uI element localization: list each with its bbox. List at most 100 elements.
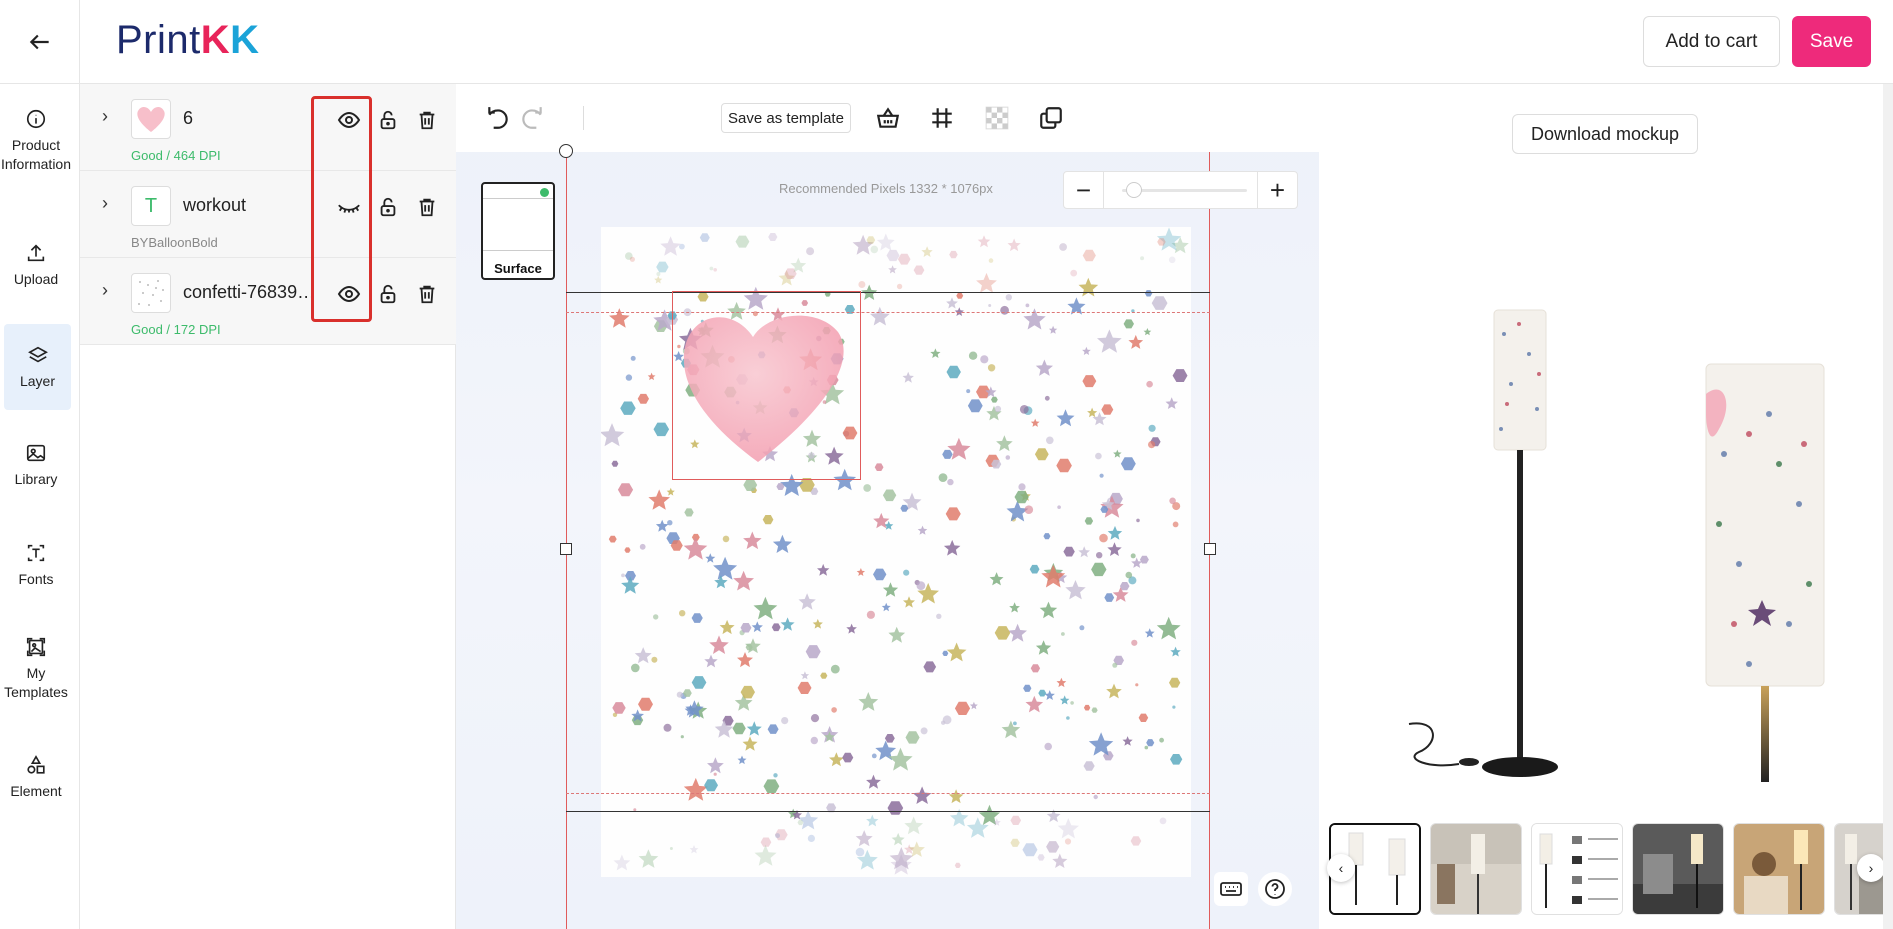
layer-row[interactable]: › confetti-7683961... Good / 172 DPI	[80, 258, 456, 345]
zoom-in-button[interactable]: +	[1257, 172, 1297, 208]
logo-k1: K	[200, 18, 231, 62]
resize-handle-right[interactable]	[1204, 543, 1216, 555]
layer-thumbnail: T	[131, 186, 171, 226]
grid-icon[interactable]	[928, 104, 956, 132]
layer-row[interactable]: › T workout BYBalloonBold	[80, 171, 456, 258]
rail-label: Layer	[19, 372, 56, 389]
save-as-template-button[interactable]: Save as template	[721, 103, 851, 133]
rail-item-layer[interactable]: Layer	[4, 324, 71, 410]
mockup-thumbnail-3[interactable]	[1531, 823, 1623, 915]
info-icon	[26, 109, 46, 129]
rail-item-library[interactable]: Library	[0, 442, 72, 489]
rotate-handle[interactable]	[559, 144, 573, 158]
layers-panel: › 6 Good / 464 DPI › T workout BYBalloon…	[80, 84, 456, 929]
layer-dpi: Good / 464 DPI	[131, 148, 221, 163]
chevron-right-icon[interactable]: ›	[102, 106, 108, 127]
mockup-thumbnail-4[interactable]	[1632, 823, 1724, 915]
watercolor-heart	[683, 315, 844, 462]
layer-thumbnail	[131, 99, 171, 139]
undo-icon[interactable]	[484, 104, 512, 132]
visibility-highlight-box	[311, 96, 372, 322]
upload-icon	[27, 244, 45, 262]
panel-scrollbar[interactable]	[1883, 84, 1893, 929]
bleed-line-bottom	[566, 811, 1210, 812]
add-to-cart-button[interactable]: Add to cart	[1643, 16, 1780, 67]
logo-text: Print	[116, 18, 201, 62]
unlock-icon[interactable]	[376, 108, 400, 132]
surface-label: Surface	[494, 261, 542, 276]
mockup-panel: Download mockup ‹ ›	[1319, 84, 1893, 929]
app-header: Print K K Add to cart Save	[0, 0, 1893, 84]
carousel-prev-button[interactable]: ‹	[1327, 854, 1355, 882]
rail-label: Product Information	[0, 137, 72, 172]
unlock-icon[interactable]	[376, 195, 400, 219]
surface-guide	[483, 198, 553, 199]
printkk-logo[interactable]: Print K K	[116, 18, 260, 63]
download-mockup-button[interactable]: Download mockup	[1512, 114, 1698, 154]
rail-item-element[interactable]: Element	[0, 754, 72, 801]
mockup-thumbnail-5[interactable]	[1733, 823, 1825, 915]
editor-toolbar: Save as template	[456, 84, 1319, 152]
keyboard-shortcuts-button[interactable]	[1214, 872, 1248, 906]
redo-icon[interactable]	[518, 104, 546, 132]
back-button[interactable]	[0, 0, 80, 84]
layer-name: 6	[183, 108, 194, 128]
keyboard-icon	[1220, 882, 1242, 896]
layer-row[interactable]: › 6 Good / 464 DPI	[80, 84, 456, 171]
template-icon	[26, 637, 46, 657]
image-icon	[26, 444, 46, 462]
text-icon	[27, 544, 45, 562]
layer-font: BYBalloonBold	[131, 235, 218, 250]
layer-thumbnail	[131, 273, 171, 313]
rail-item-product-information[interactable]: Product Information	[0, 108, 72, 174]
duplicate-icon[interactable]	[1037, 104, 1065, 132]
trash-icon[interactable]	[415, 282, 439, 306]
surface-thumbnail[interactable]: Surface	[481, 182, 555, 280]
logo-k2: K	[230, 18, 260, 62]
lamp-mockup-image	[1408, 309, 1825, 782]
heart-thumb-icon	[137, 106, 165, 132]
resize-handle-left[interactable]	[560, 543, 572, 555]
toolbar-divider	[583, 106, 584, 130]
rail-item-upload[interactable]: Upload	[0, 242, 72, 289]
layer-name: confetti-7683961...	[183, 282, 325, 302]
recommended-pixels: Recommended Pixels 1332 * 1076px	[779, 181, 993, 196]
carousel-next-button[interactable]: ›	[1857, 854, 1885, 882]
left-rail: Product Information Upload Layer Library…	[0, 84, 80, 929]
transparency-icon[interactable]	[983, 104, 1011, 132]
rail-label: Fonts	[18, 571, 54, 587]
layers-icon	[27, 346, 48, 362]
mockup-thumbnail-2[interactable]	[1430, 823, 1522, 915]
bleed-line-top	[566, 292, 1210, 293]
zoom-slider-knob[interactable]	[1126, 182, 1142, 198]
rail-label: Library	[14, 471, 58, 487]
safe-line-top	[566, 312, 1210, 313]
rail-item-my-templates[interactable]: My Templates	[0, 636, 72, 702]
rail-item-fonts[interactable]: Fonts	[0, 542, 72, 589]
arrow-left-icon	[29, 34, 49, 50]
status-dot	[540, 188, 549, 197]
print-area-guide	[566, 152, 1210, 929]
safe-line-bottom	[566, 793, 1210, 794]
chevron-right-icon[interactable]: ›	[102, 280, 108, 301]
trash-icon[interactable]	[415, 108, 439, 132]
rail-label: Element	[10, 783, 62, 799]
shapes-icon	[27, 755, 45, 774]
text-layer-glyph: T	[144, 194, 158, 217]
basket-icon[interactable]	[874, 104, 902, 132]
chevron-right-icon[interactable]: ›	[102, 193, 108, 214]
heart-layer-selection[interactable]	[672, 291, 861, 480]
trash-icon[interactable]	[415, 195, 439, 219]
save-button[interactable]: Save	[1792, 16, 1871, 67]
confetti-thumb-icon	[138, 280, 164, 306]
design-editor: Save as template Surface Recommended Pix…	[456, 84, 1319, 929]
help-button[interactable]	[1258, 872, 1292, 906]
question-icon	[1265, 879, 1285, 899]
canvas-area[interactable]: Surface Recommended Pixels 1332 * 1076px…	[456, 144, 1319, 929]
zoom-out-button[interactable]: −	[1064, 172, 1104, 208]
layer-dpi: Good / 172 DPI	[131, 322, 221, 337]
rail-label: My Templates	[4, 665, 68, 700]
unlock-icon[interactable]	[376, 282, 400, 306]
zoom-control: − +	[1063, 171, 1298, 209]
surface-guide	[483, 250, 553, 251]
